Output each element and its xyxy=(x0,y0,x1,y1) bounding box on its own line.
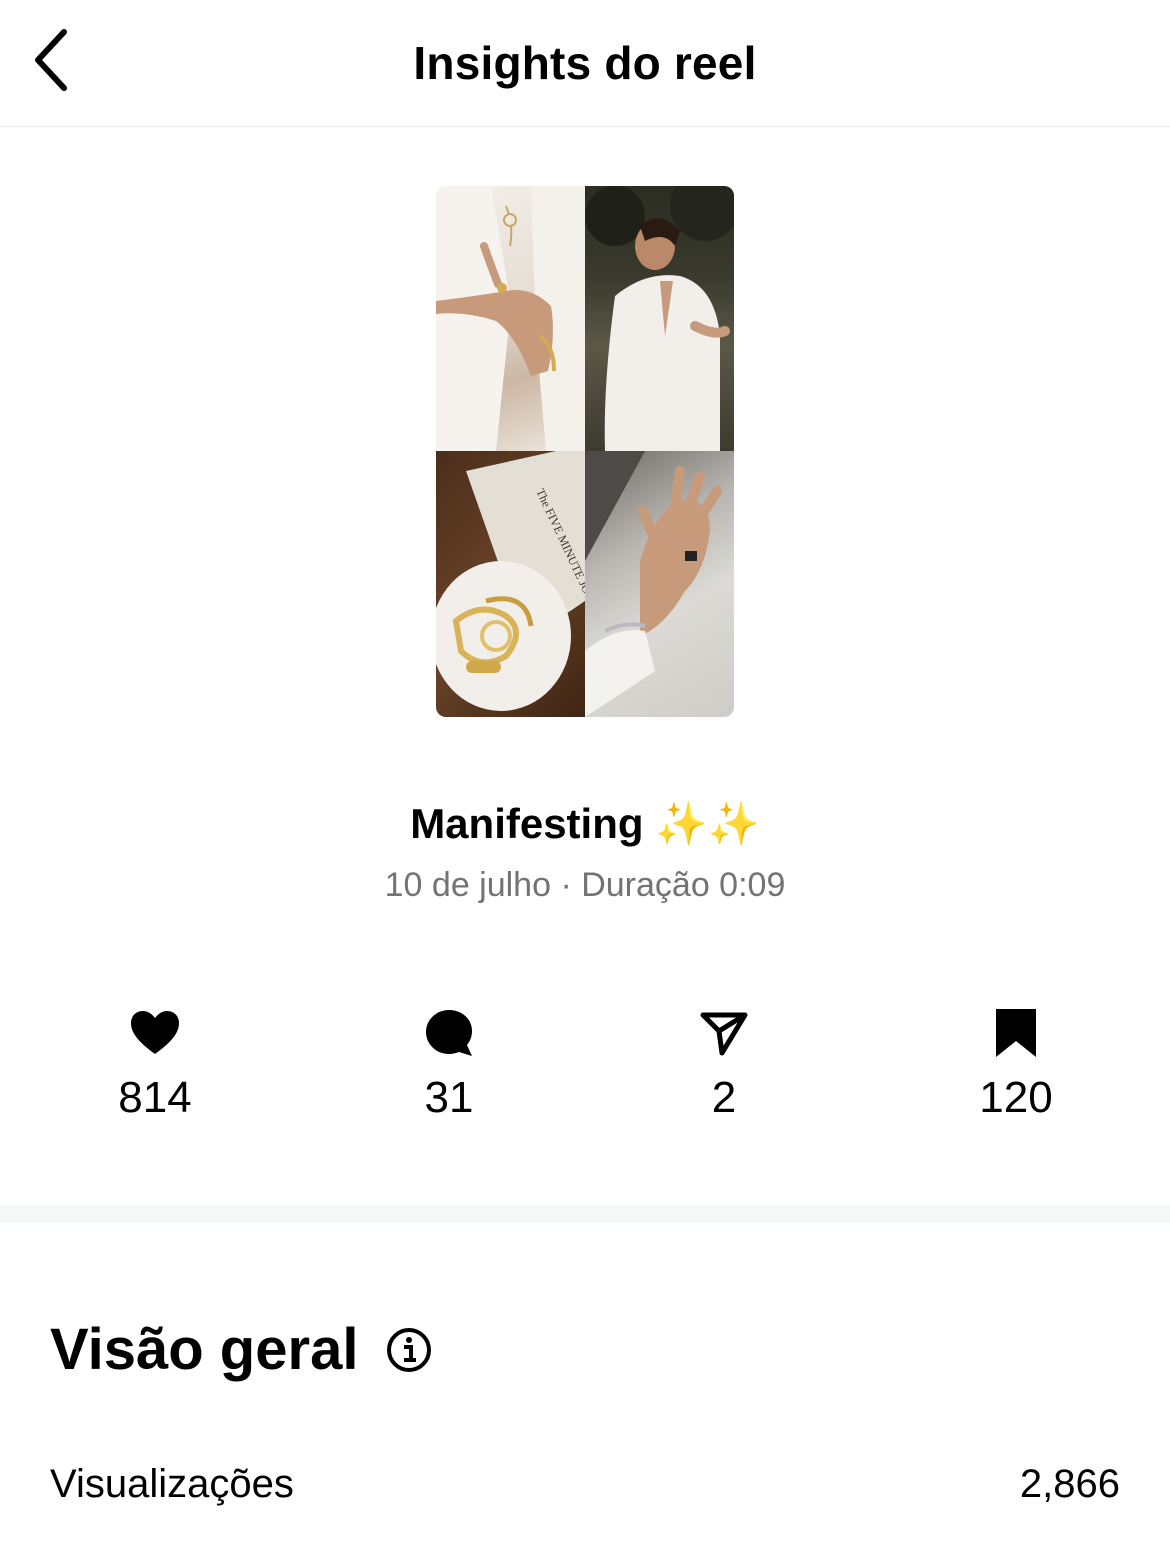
thumbnail-photo-woman-white-suit xyxy=(585,186,734,451)
thumbnail-photo-journal-jewelry: The FIVE MINUTE JOURNAL xyxy=(436,451,585,717)
stat-comments[interactable]: 31 xyxy=(349,1005,549,1123)
reel-thumbnail[interactable]: The FIVE MINUTE JOURNAL xyxy=(436,186,734,717)
reel-meta: 10 de julho · Duração 0:09 xyxy=(384,866,786,904)
reel-title: Manifesting ✨✨ xyxy=(410,800,760,847)
stat-shares[interactable]: 2 xyxy=(624,1005,824,1123)
stat-likes[interactable]: 814 xyxy=(55,1005,255,1123)
comments-count: 31 xyxy=(424,1073,474,1122)
heart-icon xyxy=(131,1011,179,1054)
info-icon[interactable] xyxy=(386,1327,432,1373)
comment-icon xyxy=(426,1010,472,1056)
overview-section-title: Visão geral xyxy=(50,1316,432,1383)
section-divider xyxy=(0,1205,1170,1223)
bookmark-icon xyxy=(996,1009,1036,1057)
header: Insights do reel xyxy=(0,0,1170,127)
page-title: Insights do reel xyxy=(413,37,757,89)
shares-count: 2 xyxy=(711,1073,737,1122)
thumbnail-photo-hand-wall xyxy=(585,451,734,717)
likes-count: 814 xyxy=(118,1073,192,1122)
overview-row-views: Visualizações 2,866 xyxy=(50,1462,1120,1507)
thumbnail-photo-hand-blazer xyxy=(436,186,585,451)
overview-title: Visão geral xyxy=(50,1317,359,1382)
views-value: 2,866 xyxy=(1019,1462,1120,1506)
views-label: Visualizações xyxy=(50,1462,294,1506)
stat-saves[interactable]: 120 xyxy=(916,1005,1116,1123)
share-icon xyxy=(700,1012,748,1056)
saves-count: 120 xyxy=(979,1073,1053,1122)
